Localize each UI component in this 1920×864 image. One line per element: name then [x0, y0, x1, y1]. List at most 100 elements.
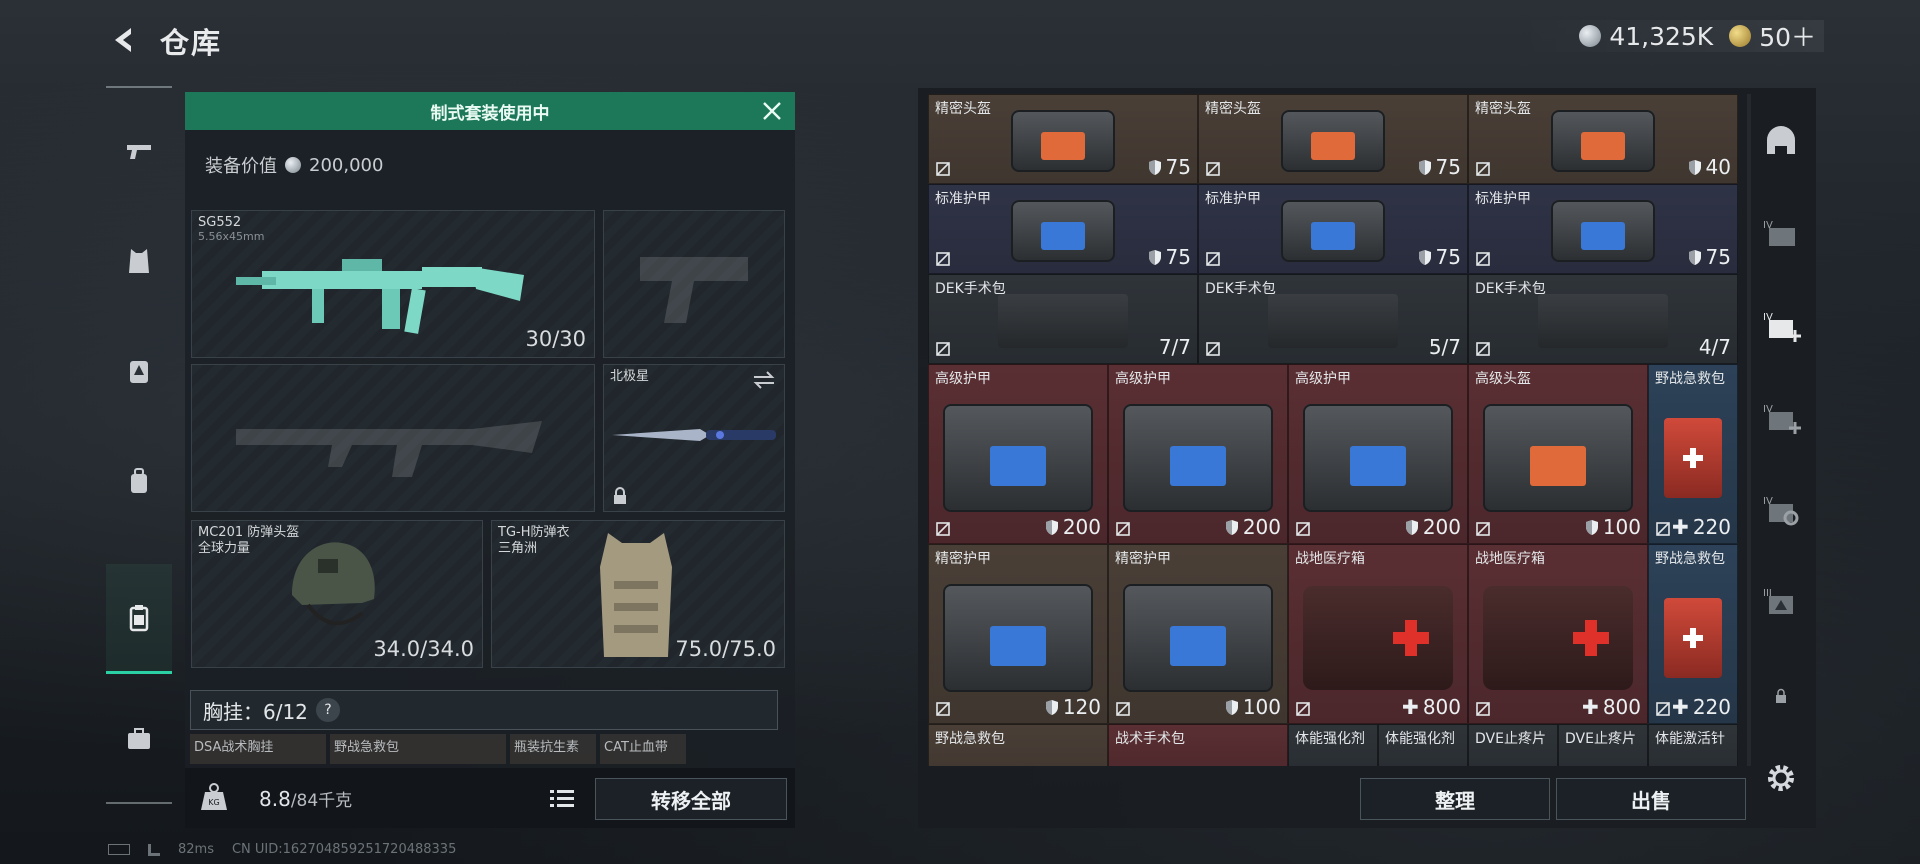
coin-icon	[285, 157, 301, 173]
rail-armor[interactable]	[106, 206, 172, 316]
tab-locked[interactable]	[1748, 676, 1814, 716]
armor-bag-icon	[1303, 403, 1453, 512]
rail-bag[interactable]	[106, 426, 172, 536]
warehouse-item[interactable]: 标准护甲 75	[928, 184, 1198, 274]
tab-storage-iv-active[interactable]: IV	[1748, 286, 1814, 366]
lock-icon	[614, 487, 626, 504]
tab-storage-iv-c[interactable]: IV	[1748, 470, 1814, 550]
warehouse-item[interactable]: 精密头盔 75	[928, 94, 1198, 184]
no-insurance-icon	[1476, 162, 1490, 176]
warehouse-item[interactable]: 体能强化剂	[1288, 724, 1378, 766]
warehouse-item[interactable]: 精密护甲 120	[928, 544, 1108, 724]
warehouse-item[interactable]: 精密头盔 40	[1468, 94, 1738, 184]
warehouse-item[interactable]: 标准护甲 75	[1468, 184, 1738, 274]
warehouse-item[interactable]: 精密头盔 75	[1198, 94, 1468, 184]
tab-storage-iii[interactable]: III	[1748, 562, 1814, 642]
tab-helmet-storage[interactable]	[1748, 102, 1814, 182]
sort-button[interactable]: 整理	[1360, 778, 1550, 820]
settings-button[interactable]	[1748, 738, 1814, 818]
warehouse-item[interactable]: 战地医疗箱 ✚ 800	[1288, 544, 1468, 724]
tab-storage-iv-a[interactable]: IV	[1748, 194, 1814, 274]
coin-balance[interactable]: 41,325K	[1579, 22, 1713, 51]
item-value: 75	[1418, 245, 1461, 269]
warehouse-item[interactable]: 高级护甲 200	[1108, 364, 1288, 544]
warehouse-item[interactable]: 野战急救包	[928, 724, 1108, 766]
item-value: ✚ 220	[1672, 515, 1731, 539]
melee-name: 北极星	[610, 369, 650, 384]
warehouse-item[interactable]: 野战急救包 ✚ 220	[1648, 544, 1738, 724]
rail-backpack[interactable]	[106, 316, 172, 426]
status-bar: 82ms CN UID:1627048592517204883​35	[108, 842, 456, 857]
list-view-button[interactable]	[545, 782, 579, 814]
item-value: 75	[1148, 245, 1191, 269]
secondary-rifle-slot[interactable]	[191, 364, 595, 512]
no-insurance-icon	[936, 342, 950, 356]
rig-item[interactable]: 瓶装抗生素	[510, 734, 596, 764]
no-insurance-icon	[1206, 342, 1220, 356]
ping-text: 82ms	[178, 842, 214, 857]
warehouse-item[interactable]: DVE止疼片	[1468, 724, 1558, 766]
rail-loadout[interactable]	[106, 564, 172, 674]
tab-storage-iv-b[interactable]: IV	[1748, 378, 1814, 458]
transfer-all-button[interactable]: 转移全部	[595, 778, 787, 820]
warehouse-item[interactable]: 战地医疗箱 ✚ 800	[1468, 544, 1648, 724]
clipboard-icon	[129, 604, 149, 631]
warehouse-item[interactable]: 精密护甲 100	[1108, 544, 1288, 724]
secondary-weapon-slot[interactable]	[603, 210, 785, 358]
warehouse-item[interactable]: 野战急救包 ✚ 220	[1648, 364, 1738, 544]
warehouse-item[interactable]: DEK手术包 4/7	[1468, 274, 1738, 364]
item-value-text: 200	[1242, 515, 1281, 539]
gold-balance[interactable]: 50＋	[1729, 18, 1816, 54]
item-value-text: 75	[1165, 245, 1191, 269]
rail-toolbox[interactable]	[106, 684, 172, 794]
shield-icon	[1045, 699, 1058, 715]
primary-weapon-slot[interactable]: SG552 5.56x45mm 30/30	[191, 210, 595, 358]
no-insurance-icon	[1476, 252, 1490, 266]
no-insurance-icon	[1206, 252, 1220, 266]
heal-plus-icon: ✚	[1672, 695, 1689, 719]
rig-item[interactable]: 野战急救包	[330, 734, 506, 764]
sell-button[interactable]: 出售	[1556, 778, 1746, 820]
no-insurance-icon	[936, 252, 950, 266]
warehouse-item[interactable]: 标准护甲 75	[1198, 184, 1468, 274]
item-value-text: 220	[1692, 695, 1731, 719]
vest-icon	[600, 533, 672, 657]
helmet-slot[interactable]: MC201 防弹头盔 全球力量 34.0/34.0	[191, 520, 483, 668]
equipment-footer: KG 8.8/84千克 转移全部	[185, 768, 795, 828]
no-insurance-icon	[936, 702, 950, 716]
armor-slot[interactable]: TG-H防弹衣 三角洲 75.0/75.0	[491, 520, 785, 668]
rig-item[interactable]: DSA战术胸挂	[190, 734, 326, 764]
warehouse-item[interactable]: 高级护甲 200	[1288, 364, 1468, 544]
rail-divider-bottom	[106, 802, 172, 804]
item-value-text: 200	[1422, 515, 1461, 539]
chest-rig-row[interactable]: 胸挂：6/12 ?	[190, 690, 778, 730]
no-insurance-icon	[1296, 702, 1310, 716]
item-value: 200	[1045, 515, 1101, 539]
medical-box-icon	[1303, 585, 1453, 690]
help-icon[interactable]: ?	[315, 698, 340, 722]
warehouse-item[interactable]: DEK手术包 5/7	[1198, 274, 1468, 364]
armor-durability: 75.0/75.0	[675, 637, 776, 661]
warehouse-item[interactable]: 高级护甲 200	[928, 364, 1108, 544]
equipment-value-amount: 200,000	[309, 154, 384, 176]
item-name: 体能强化剂	[1295, 731, 1365, 747]
item-value: ✚ 800	[1402, 695, 1461, 719]
rig-item[interactable]: CAT止血带	[600, 734, 686, 764]
back-button[interactable]	[105, 20, 145, 60]
warehouse-item[interactable]: DVE止疼片	[1558, 724, 1648, 766]
armor-bag-icon	[943, 583, 1093, 692]
close-icon[interactable]	[759, 98, 785, 124]
rail-weapon[interactable]	[106, 96, 172, 206]
item-name: 战地医疗箱	[1475, 551, 1545, 567]
warehouse-item[interactable]: 体能强化剂	[1378, 724, 1468, 766]
warehouse-item[interactable]: DEK手术包 7/7	[928, 274, 1198, 364]
item-name: 战地医疗箱	[1295, 551, 1365, 567]
bag-icon	[1551, 109, 1655, 172]
list-icon	[550, 790, 574, 807]
warehouse-item[interactable]: 体能激活针	[1648, 724, 1738, 766]
swap-icon[interactable]	[752, 371, 776, 389]
melee-slot[interactable]: 北极星	[603, 364, 785, 512]
signal-icon	[148, 843, 160, 856]
warehouse-item[interactable]: 战术手术包	[1108, 724, 1288, 766]
warehouse-item[interactable]: 高级头盔 100	[1468, 364, 1648, 544]
